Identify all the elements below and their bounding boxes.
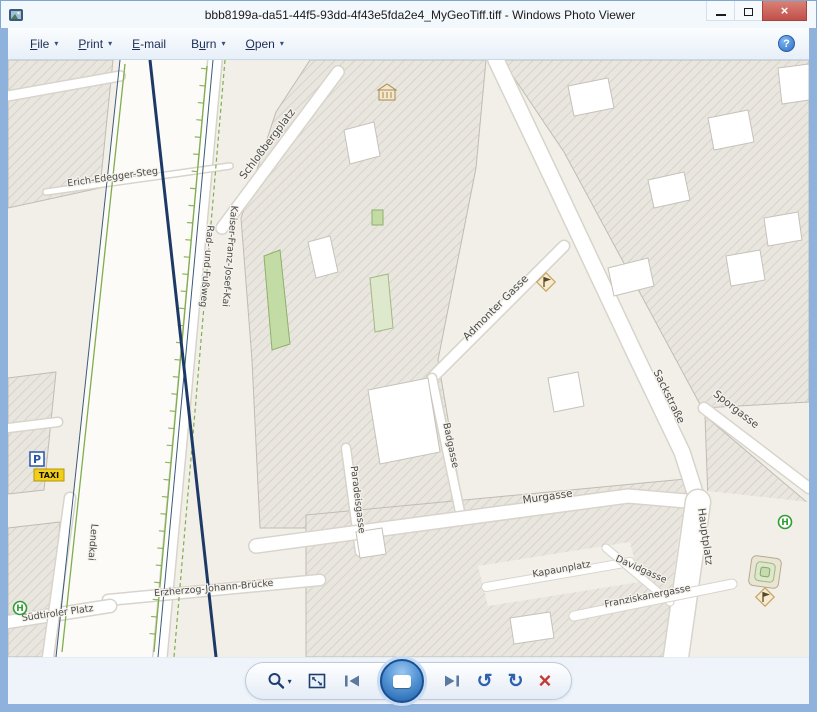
menu-label: File xyxy=(30,37,49,51)
delete-button[interactable]: × xyxy=(539,670,552,692)
menu-label: Print xyxy=(78,37,103,51)
next-icon xyxy=(442,673,462,689)
chevron-down-icon: ▾ xyxy=(108,40,112,48)
magnifier-icon xyxy=(266,671,286,691)
menu-item-print[interactable]: Print ▾ xyxy=(68,32,122,56)
help-glyph: ? xyxy=(783,38,790,50)
menu-label: Open xyxy=(245,37,274,51)
next-button[interactable] xyxy=(442,673,462,689)
chevron-down-icon: ▾ xyxy=(54,40,58,48)
photo-canvas: Schloßbergplatz Erich-Edegger-Steg Kaise… xyxy=(8,60,809,657)
tram-stop-icon: H xyxy=(779,516,792,529)
toolbar-pill: ▾ xyxy=(245,662,573,700)
menu-item-open[interactable]: Open ▾ xyxy=(235,32,293,56)
previous-button[interactable] xyxy=(342,673,362,689)
slideshow-icon xyxy=(393,675,411,688)
maximize-button[interactable] xyxy=(734,1,763,21)
tram-stop-icon: H xyxy=(14,602,27,615)
window-frame: File ▾ Print ▾ E-mail Burn ▾ Open ▾ ? xyxy=(0,28,817,712)
window-title: bbb8199a-da51-44f5-93dd-4f43e5fda2e4_MyG… xyxy=(24,8,816,22)
svg-text:H: H xyxy=(781,518,789,528)
menu-item-file[interactable]: File ▾ xyxy=(20,32,68,56)
chevron-down-icon: ▾ xyxy=(288,677,292,686)
rotate-cw-icon: ↻ xyxy=(508,672,524,691)
photo-viewer-window: bbb8199a-da51-44f5-93dd-4f43e5fda2e4_MyG… xyxy=(0,0,817,712)
caption-buttons: × xyxy=(707,1,807,21)
minimize-icon xyxy=(716,14,726,16)
app-icon xyxy=(8,7,24,23)
help-icon[interactable]: ? xyxy=(778,35,795,52)
rotate-counterclockwise-button[interactable]: ↺ xyxy=(477,672,493,691)
menu-bar: File ▾ Print ▾ E-mail Burn ▾ Open ▾ ? xyxy=(8,28,809,60)
fit-to-window-icon xyxy=(307,672,327,690)
fit-to-window-button[interactable] xyxy=(307,672,327,690)
rotate-clockwise-button[interactable]: ↻ xyxy=(508,672,524,691)
menu-item-email[interactable]: E-mail xyxy=(122,32,181,56)
menu-label: Burn xyxy=(191,37,216,51)
close-icon: × xyxy=(781,4,789,17)
svg-text:P: P xyxy=(33,453,41,466)
fountain-icon xyxy=(748,555,782,589)
minimize-button[interactable] xyxy=(706,1,735,21)
map-image: Schloßbergplatz Erich-Edegger-Steg Kaise… xyxy=(8,60,809,657)
close-button[interactable]: × xyxy=(762,1,807,21)
svg-text:TAXI: TAXI xyxy=(39,471,59,480)
title-bar: bbb8199a-da51-44f5-93dd-4f43e5fda2e4_MyG… xyxy=(0,0,817,28)
rotate-ccw-icon: ↺ xyxy=(477,672,493,691)
delete-icon: × xyxy=(539,670,552,692)
toolbar: ▾ xyxy=(8,657,809,704)
maximize-icon xyxy=(744,8,753,16)
chevron-down-icon: ▾ xyxy=(280,40,284,48)
slideshow-button[interactable] xyxy=(380,659,424,703)
menu-item-burn[interactable]: Burn ▾ xyxy=(181,32,235,56)
chevron-down-icon: ▾ xyxy=(221,40,225,48)
previous-icon xyxy=(342,673,362,689)
svg-text:H: H xyxy=(16,604,24,614)
zoom-button[interactable]: ▾ xyxy=(266,671,292,691)
menu-label: E-mail xyxy=(132,37,166,51)
